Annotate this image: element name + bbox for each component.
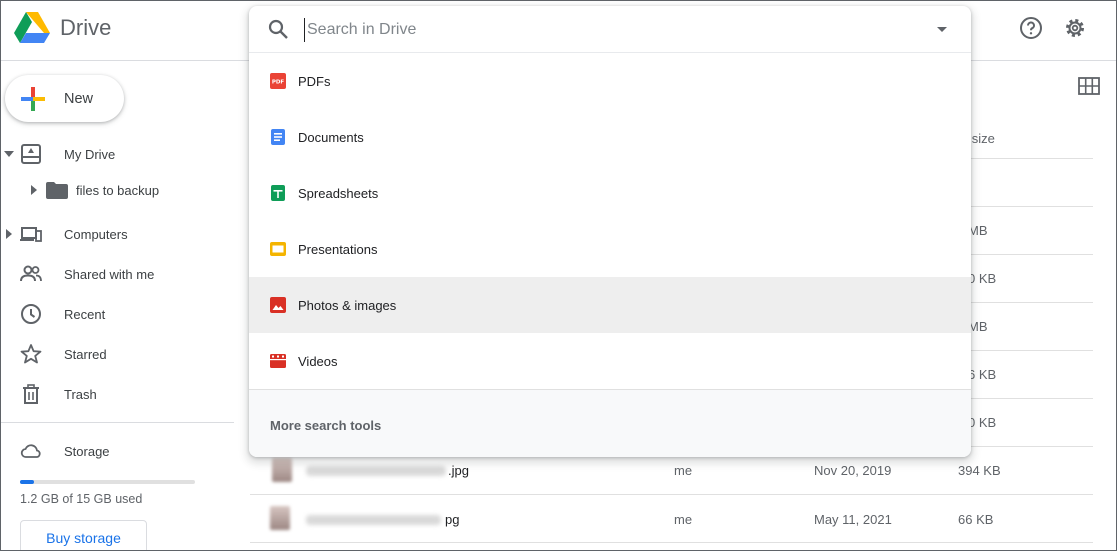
gear-icon[interactable] — [1062, 15, 1088, 41]
search-option-label: PDFs — [298, 73, 331, 89]
sidebar-item-label: Starred — [64, 346, 107, 362]
expand-caret-icon[interactable] — [4, 151, 14, 157]
presentation-icon — [270, 242, 286, 256]
expand-caret-icon[interactable] — [6, 229, 12, 239]
file-name-suffix: .jpg — [448, 463, 469, 478]
video-icon — [270, 354, 286, 368]
sidebar-item-files-to-backup[interactable]: files to backup — [0, 174, 234, 206]
search-option-label: Videos — [298, 353, 338, 369]
spreadsheet-icon — [271, 185, 285, 201]
file-size-cell: 6 KB — [968, 367, 997, 382]
cloud-icon — [20, 444, 41, 458]
blurred-filename — [306, 466, 446, 476]
grid-view-icon[interactable] — [1078, 77, 1100, 95]
new-button-label: New — [64, 90, 94, 107]
svg-text:PDF: PDF — [272, 80, 285, 86]
star-icon — [20, 344, 42, 364]
file-size-cell: 66 KB — [958, 512, 994, 527]
sidebar-item-recent[interactable]: Recent — [0, 298, 234, 330]
row-divider — [250, 542, 1093, 543]
sidebar-item-label: Computers — [64, 226, 128, 242]
modified-cell: May 11, 2021 — [814, 512, 892, 527]
search-option-documents[interactable]: Documents — [249, 109, 971, 165]
sidebar-item-trash[interactable]: Trash — [0, 378, 234, 410]
blurred-filename — [306, 515, 441, 525]
search-dropdown: PDF PDFs Documents Spreadsheets Presenta… — [249, 6, 971, 457]
computer-icon — [20, 227, 42, 242]
file-thumbnail — [270, 506, 290, 530]
new-button[interactable]: New — [5, 75, 124, 122]
more-search-tools[interactable]: More search tools — [249, 389, 971, 457]
search-option-label: Spreadsheets — [298, 185, 379, 201]
file-thumbnail — [272, 458, 292, 482]
search-option-spreadsheets[interactable]: Spreadsheets — [249, 165, 971, 221]
storage-used-text: 1.2 GB of 15 GB used — [20, 492, 143, 506]
sidebar-item-starred[interactable]: Starred — [0, 338, 234, 370]
sidebar-item-storage[interactable]: Storage — [0, 435, 234, 467]
sidebar-item-label: My Drive — [64, 146, 116, 162]
sidebar-item-computers[interactable]: Computers — [0, 218, 234, 250]
owner-cell: me — [674, 463, 693, 478]
owner-cell: me — [674, 512, 693, 527]
storage-progress-fill — [20, 480, 34, 484]
sidebar-item-label: files to backup — [76, 182, 160, 198]
document-icon — [271, 129, 285, 145]
file-size-cell: 394 KB — [958, 463, 1001, 478]
search-option-presentations[interactable]: Presentations — [249, 221, 971, 277]
row-divider — [250, 494, 1093, 495]
sidebar-item-my-drive[interactable]: My Drive — [0, 138, 234, 170]
sidebar-item-label: Shared with me — [64, 266, 155, 282]
search-bar — [249, 6, 971, 53]
drive-logo[interactable]: Drive — [14, 12, 111, 44]
file-name-suffix: pg — [445, 512, 460, 527]
search-option-label: Documents — [298, 129, 364, 145]
search-option-videos[interactable]: Videos — [249, 333, 971, 389]
more-search-tools-label: More search tools — [270, 418, 382, 433]
folder-icon — [46, 182, 68, 199]
storage-progress-bar — [20, 480, 195, 484]
plus-icon — [21, 86, 45, 111]
drive-logo-icon — [14, 12, 50, 43]
image-icon — [270, 297, 286, 313]
pdf-icon: PDF — [270, 73, 286, 89]
file-size-cell: 0 KB — [968, 415, 997, 430]
search-option-label: Presentations — [298, 241, 378, 257]
modified-cell: Nov 20, 2019 — [814, 463, 892, 478]
sidebar-item-label: Trash — [64, 386, 97, 402]
drive-icon — [21, 144, 41, 164]
sidebar-divider — [0, 422, 234, 423]
trash-icon — [23, 384, 39, 404]
search-option-label: Photos & images — [298, 297, 397, 313]
app-title: Drive — [60, 15, 112, 40]
expand-caret-icon[interactable] — [31, 185, 37, 195]
help-icon[interactable] — [1018, 15, 1044, 41]
buy-storage-button[interactable]: Buy storage — [20, 520, 147, 551]
search-options-chevron-icon[interactable] — [937, 27, 947, 32]
search-input[interactable] — [304, 18, 904, 42]
clock-icon — [21, 304, 41, 324]
search-option-pdfs[interactable]: PDF PDFs — [249, 53, 971, 109]
file-size-cell: 0 KB — [968, 271, 997, 286]
sidebar-item-shared-with-me[interactable]: Shared with me — [0, 258, 234, 290]
search-option-photos-images[interactable]: Photos & images — [249, 277, 971, 333]
sidebar-item-label: Recent — [64, 306, 106, 322]
search-icon[interactable] — [267, 18, 289, 40]
people-icon — [20, 265, 42, 282]
storage-label: Storage — [64, 443, 110, 459]
